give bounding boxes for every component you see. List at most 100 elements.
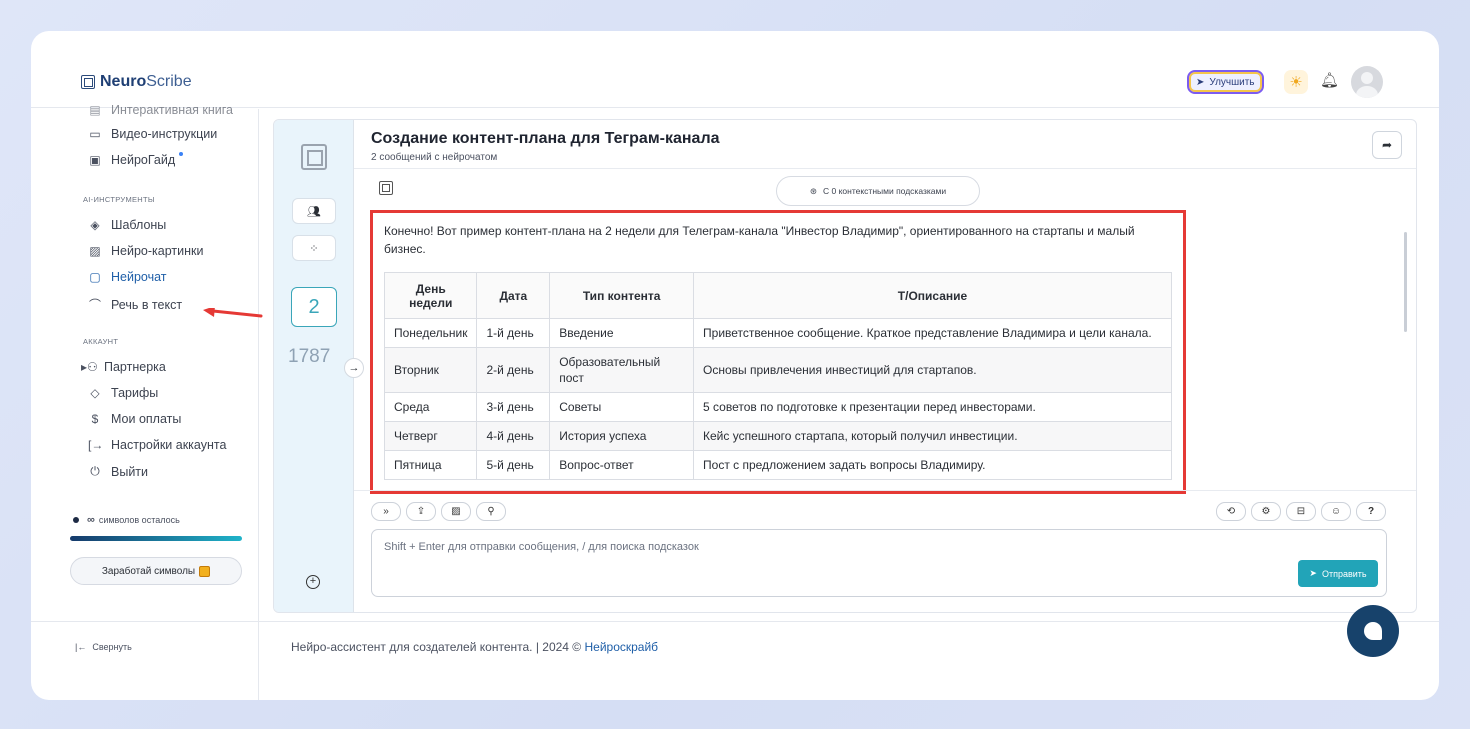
table-cell: Основы привлечения инвестиций для старта… xyxy=(693,347,1172,393)
sidebar-item-label: НейроГайд xyxy=(111,153,176,167)
dollar-icon: $ xyxy=(91,412,99,426)
share-button[interactable]: ➦ xyxy=(1372,131,1402,159)
table-header: Т/Описание xyxy=(693,272,1172,319)
collapse-label: Свернуть xyxy=(92,642,132,652)
rail-counter: 1787 xyxy=(288,346,331,367)
sidebar-item-label: Партнерка xyxy=(104,360,166,374)
logo-text-light: Scribe xyxy=(146,73,192,90)
section-ai-tools: AI-ИНСТРУМЕНТЫ xyxy=(83,195,155,204)
table-cell: Вопрос-ответ xyxy=(549,450,695,480)
power-icon: ⏻ xyxy=(90,464,100,478)
sidebar-item-label: Нейро-картинки xyxy=(111,244,204,258)
hint-icon: ⊛ xyxy=(809,185,818,196)
table-cell: Пятница xyxy=(383,450,478,480)
sidebar-item-neuro-images[interactable]: ▨ Нейро-картинки xyxy=(88,244,203,258)
toolbar-divider xyxy=(354,490,1416,491)
sidebar-item-label: Выйти xyxy=(111,464,149,479)
symbols-progress-bar xyxy=(70,536,242,541)
table-cell: 3-й день xyxy=(476,392,551,422)
headphones-icon: ⌒ xyxy=(88,298,101,312)
sidebar-item-tariffs[interactable]: ◇ Тарифы xyxy=(88,386,158,400)
collapse-chevron-icon[interactable]: » xyxy=(371,502,401,521)
logo-text-bold: Neuro xyxy=(100,73,147,90)
symbols-label: символов осталось xyxy=(98,515,180,525)
sidebar-item-label: Тарифы xyxy=(111,386,159,400)
bell-icon[interactable]: 🔔︎ xyxy=(1320,71,1339,89)
sidebar: ▤ Интерактивная книга ▭ Видео-инструкции… xyxy=(31,103,259,700)
support-chat-button[interactable] xyxy=(1347,605,1399,657)
assistant-logo-icon xyxy=(379,181,393,195)
upload-icon[interactable]: ⇪ xyxy=(406,502,436,521)
table-header: День недели xyxy=(383,272,478,319)
table-cell: 5-й день xyxy=(476,450,551,480)
partners-icon: ▸⚇ xyxy=(81,360,98,374)
sidebar-item-label: Интерактивная книга xyxy=(111,103,233,117)
image-upload-icon[interactable]: ▨ xyxy=(441,502,471,521)
top-bar: Neuro Scribe ➤ Улучшить ☀ 🔔︎ xyxy=(31,31,1439,108)
collapse-sidebar-button[interactable]: |← Свернуть xyxy=(75,642,132,652)
sidebar-item-templates[interactable]: ◈ Шаблоны xyxy=(88,218,166,232)
chat-subtitle: 2 сообщений с нейрочатом xyxy=(371,152,498,163)
status-dot xyxy=(73,517,79,523)
sidebar-item-label: Настройки аккаунта xyxy=(111,438,227,452)
sidebar-item-label: Нейрочат xyxy=(111,270,167,284)
chat-title: Создание контент-плана для Теграм-канала xyxy=(371,130,720,147)
table-row: Понедельник 1-й день Введение Приветственно… xyxy=(383,318,1172,348)
bot-icon[interactable]: ☺ xyxy=(1321,502,1351,521)
send-button[interactable]: ➤ Отправить xyxy=(1298,560,1378,587)
app-window: Neuro Scribe ➤ Улучшить ☀ 🔔︎ ▤ Интерактив… xyxy=(31,31,1439,700)
earn-symbols-button[interactable]: Заработай символы xyxy=(70,557,242,585)
sidebar-item-neurochat[interactable]: ▢ Нейрочат xyxy=(88,270,167,284)
table-cell: Приветственное сообщение. Краткое предст… xyxy=(693,318,1172,348)
symbols-remaining: ∞ символов осталось xyxy=(73,514,180,526)
tag-icon: ◇ xyxy=(90,386,100,400)
send-icon: ➤ xyxy=(1309,568,1317,578)
dialog-count[interactable]: 2 xyxy=(291,287,337,327)
footer-link[interactable]: Нейроскрайб xyxy=(584,640,658,654)
table-row: Вторник 2-й день Образовательный пост Основ… xyxy=(383,347,1172,393)
rocket-icon: ➤ xyxy=(1196,76,1205,88)
sidebar-item-label: Видео-инструкции xyxy=(111,127,218,141)
magic-wand-icon[interactable]: ⚲ xyxy=(476,502,506,521)
chat-header-divider xyxy=(354,168,1416,169)
table-row: Пятница 5-й день Вопрос-ответ Пост с предло… xyxy=(383,450,1172,480)
upgrade-button[interactable]: ➤ Улучшить xyxy=(1187,70,1264,94)
app-logo[interactable]: Neuro Scribe xyxy=(81,73,192,91)
send-label: Отправить xyxy=(1321,568,1367,579)
grid-button[interactable]: ⁘ xyxy=(292,235,336,261)
theme-toggle-sun-icon[interactable]: ☀ xyxy=(1284,70,1308,94)
sidebar-item-logout[interactable]: ⏻ Выйти xyxy=(88,464,148,479)
sidebar-item-guide[interactable]: ▣ НейроГайд xyxy=(88,152,188,167)
help-icon[interactable]: ? xyxy=(1356,502,1386,521)
gift-icon xyxy=(199,565,211,577)
chat-icon: ▢ xyxy=(89,270,101,284)
sidebar-item-interactive-book[interactable]: ▤ Интерактивная книга xyxy=(88,103,233,117)
rail-logo-icon xyxy=(301,144,327,170)
sidebar-item-video[interactable]: ▭ Видео-инструкции xyxy=(88,127,217,141)
users-button[interactable]: 👥︎ xyxy=(292,198,336,224)
settings-icon[interactable]: ⚙ xyxy=(1251,502,1281,521)
grid-icon: ⁘ xyxy=(309,242,319,255)
sidebar-item-speech-to-text[interactable]: ⌒ Речь в текст xyxy=(88,296,182,313)
sidebar-item-account-settings[interactable]: [→ Настройки аккаунта xyxy=(88,438,226,452)
table-row: Четверг 4-й день История успеха Кейс успешн… xyxy=(383,421,1172,451)
settings-exit-icon: [→ xyxy=(88,438,104,452)
image-icon: ▨ xyxy=(89,244,101,258)
puzzle-icon[interactable]: ⟲ xyxy=(1216,502,1246,521)
table-cell: Кейс успешного стартапа, который получил… xyxy=(693,421,1172,451)
input-placeholder: Shift + Enter для отправки сообщения, / … xyxy=(384,541,699,553)
table-row: Среда 3-й день Советы 5 советов по подготов… xyxy=(383,392,1172,422)
layout-icon[interactable]: ⊟ xyxy=(1286,502,1316,521)
message-input[interactable]: Shift + Enter для отправки сообщения, / … xyxy=(371,529,1387,597)
avatar[interactable] xyxy=(1351,66,1383,98)
sidebar-item-partners[interactable]: ▸⚇ Партнерка xyxy=(81,360,166,374)
context-hints-button[interactable]: ⊛ С 0 контекстными подсказками xyxy=(776,176,980,206)
new-chat-plus-icon[interactable]: + xyxy=(306,575,320,589)
chat-scrollbar[interactable] xyxy=(1404,232,1407,332)
earn-label: Заработай символы xyxy=(101,565,196,577)
table-cell: 5 советов по подготовке к презентации пе… xyxy=(693,392,1172,422)
symbols-value: ∞ xyxy=(87,514,95,526)
sidebar-item-payments[interactable]: $ Мои оплаты xyxy=(88,412,182,426)
logo-icon xyxy=(81,75,95,89)
expand-arrow-icon[interactable]: → xyxy=(344,358,364,378)
